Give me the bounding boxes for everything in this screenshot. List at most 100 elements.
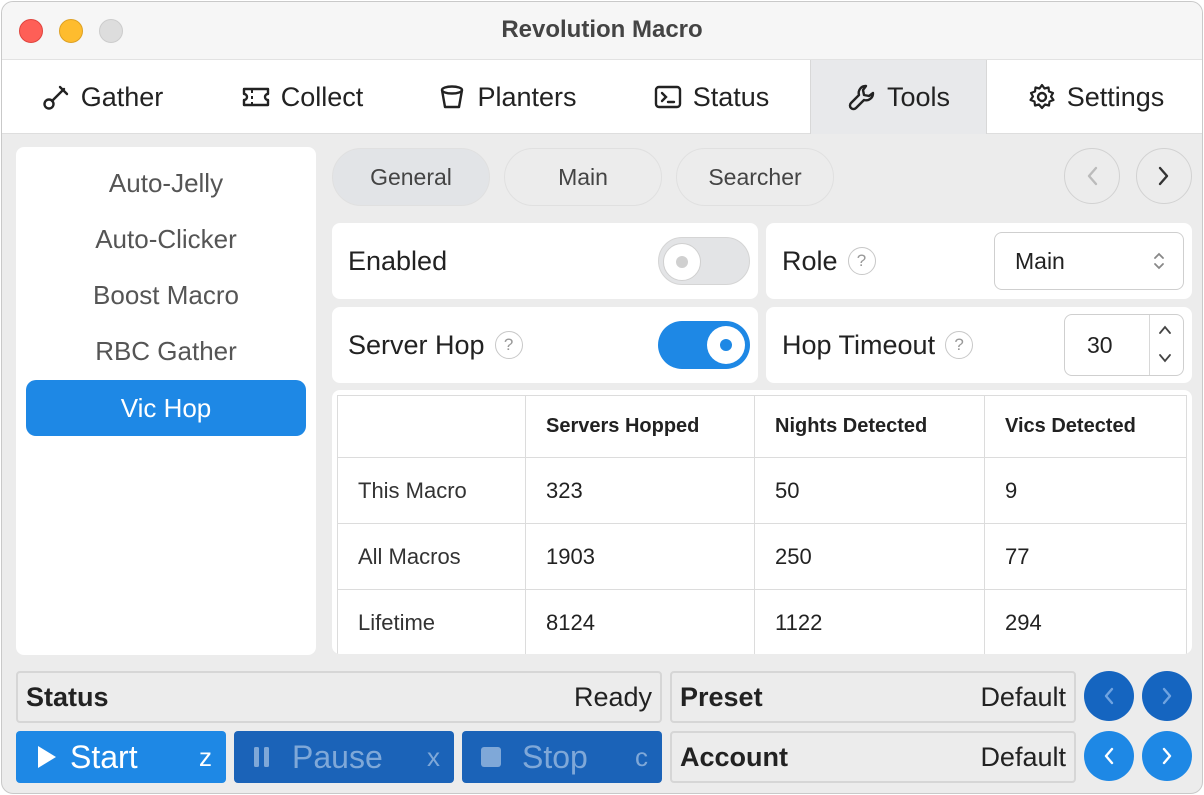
main-tab-bar: Gather Collect Planters Status Tools Set…: [2, 59, 1202, 134]
stop-icon: [481, 747, 501, 767]
stop-button[interactable]: Stop c: [462, 731, 662, 783]
status-label: Status: [26, 681, 109, 712]
toggle-knob: [707, 326, 745, 364]
subtab-general[interactable]: General: [332, 148, 490, 206]
stepper-divider: [1149, 315, 1150, 375]
server-hop-card: Server Hop ?: [332, 307, 758, 383]
table-header-vics-detected: Vics Detected: [984, 395, 1187, 458]
pause-label: Pause: [292, 738, 383, 775]
status-value: Ready: [573, 681, 652, 712]
stepper-down-icon[interactable]: [1157, 349, 1173, 367]
preset-label: Preset: [680, 681, 763, 712]
sidebar-item-rbc-gather[interactable]: RBC Gather: [26, 323, 306, 379]
role-help-icon[interactable]: ?: [847, 247, 876, 275]
status-bar: Status Ready: [16, 671, 662, 723]
chevron-left-icon: [1104, 687, 1114, 705]
server-hop-label: Server Hop: [348, 329, 485, 360]
subtab-main[interactable]: Main: [504, 148, 662, 206]
tab-label: Settings: [1066, 81, 1165, 112]
pause-button[interactable]: Pause x: [234, 731, 454, 783]
chevron-left-icon: [1104, 747, 1114, 765]
start-label: Start: [70, 738, 138, 775]
subtab-searcher[interactable]: Searcher: [676, 148, 834, 206]
role-label: Role: [782, 245, 838, 276]
account-next-button[interactable]: [1142, 731, 1192, 781]
enabled-toggle[interactable]: [658, 237, 750, 285]
row-label: Lifetime: [337, 589, 526, 654]
stepper-up-icon[interactable]: [1157, 321, 1173, 339]
stop-label: Stop: [522, 738, 588, 775]
row-label: All Macros: [337, 523, 526, 590]
table-cell: 9: [984, 457, 1187, 524]
account-label: Account: [680, 741, 788, 772]
table-header-row: Servers Hopped Nights Detected Vics Dete…: [337, 395, 1187, 458]
tab-settings[interactable]: Settings: [987, 60, 1202, 134]
tab-label: Collect: [280, 81, 364, 112]
tab-label: Gather: [80, 81, 164, 112]
server-hop-toggle[interactable]: [658, 321, 750, 369]
hop-timeout-label: Hop Timeout: [782, 329, 936, 360]
account-bar: Account Default: [670, 731, 1076, 783]
tab-label: Planters: [477, 81, 577, 112]
subtab-prev-button[interactable]: [1064, 148, 1120, 204]
server-hop-help-icon[interactable]: ?: [494, 331, 523, 359]
tab-status[interactable]: Status: [612, 60, 810, 134]
table-row: Lifetime 8124 1122 294: [337, 589, 1187, 654]
tab-tools[interactable]: Tools: [810, 60, 987, 134]
hop-timeout-help-icon[interactable]: ?: [945, 331, 974, 359]
start-shortcut: z: [199, 741, 212, 772]
app-window: Revolution Macro Gather Collect Planters…: [1, 1, 1203, 794]
terminal-icon: [653, 82, 683, 112]
table-header-empty: [337, 395, 526, 458]
hop-timeout-value: 30: [1087, 332, 1113, 358]
enabled-card: Enabled: [332, 223, 758, 299]
table-cell: 50: [754, 457, 985, 524]
vic-hop-stats-table: Servers Hopped Nights Detected Vics Dete…: [332, 390, 1192, 654]
tab-collect[interactable]: Collect: [202, 60, 402, 134]
enabled-label: Enabled: [348, 245, 448, 276]
preset-next-button[interactable]: [1142, 671, 1192, 721]
table-header-nights-detected: Nights Detected: [754, 395, 985, 458]
tab-planters[interactable]: Planters: [402, 60, 612, 134]
account-prev-button[interactable]: [1084, 731, 1134, 781]
play-icon: [38, 746, 56, 768]
sidebar-item-boost-macro[interactable]: Boost Macro: [26, 267, 306, 323]
sidebar-item-auto-jelly[interactable]: Auto-Jelly: [26, 155, 306, 211]
preset-value: Default: [980, 681, 1066, 712]
tab-label: Status: [692, 81, 770, 112]
preset-bar: Preset Default: [670, 671, 1076, 723]
table-cell: 294: [984, 589, 1187, 654]
shovel-icon: [41, 82, 71, 112]
chevron-right-icon: [1158, 166, 1169, 186]
gear-icon: [1027, 82, 1057, 112]
subtab-next-button[interactable]: [1136, 148, 1192, 204]
pause-shortcut: x: [427, 741, 440, 772]
start-button[interactable]: Start z: [16, 731, 226, 783]
stop-shortcut: c: [635, 741, 648, 772]
table-header-servers-hopped: Servers Hopped: [525, 395, 755, 458]
ticket-icon: [241, 82, 271, 112]
pot-icon: [437, 82, 467, 112]
table-cell: 77: [984, 523, 1187, 590]
table-cell: 250: [754, 523, 985, 590]
table-cell: 8124: [525, 589, 755, 654]
table-cell: 1903: [525, 523, 755, 590]
pause-icon: [254, 747, 269, 767]
account-value: Default: [980, 741, 1066, 772]
role-select[interactable]: Main: [994, 232, 1184, 290]
preset-prev-button[interactable]: [1084, 671, 1134, 721]
tab-gather[interactable]: Gather: [2, 60, 202, 134]
wrench-icon: [847, 82, 877, 112]
window-title: Revolution Macro: [501, 16, 703, 43]
hop-timeout-stepper[interactable]: 30: [1064, 314, 1184, 376]
chevron-right-icon: [1162, 687, 1172, 705]
chevron-left-icon: [1087, 166, 1098, 186]
sidebar-item-vic-hop[interactable]: Vic Hop: [26, 380, 306, 436]
chevron-right-icon: [1162, 747, 1172, 765]
role-select-value: Main: [1015, 247, 1065, 274]
updown-chevron-icon: [1154, 252, 1164, 270]
table-cell: 323: [525, 457, 755, 524]
tools-sidebar: Auto-Jelly Auto-Clicker Boost Macro RBC …: [16, 147, 316, 655]
row-label: This Macro: [337, 457, 526, 524]
sidebar-item-auto-clicker[interactable]: Auto-Clicker: [26, 211, 306, 267]
